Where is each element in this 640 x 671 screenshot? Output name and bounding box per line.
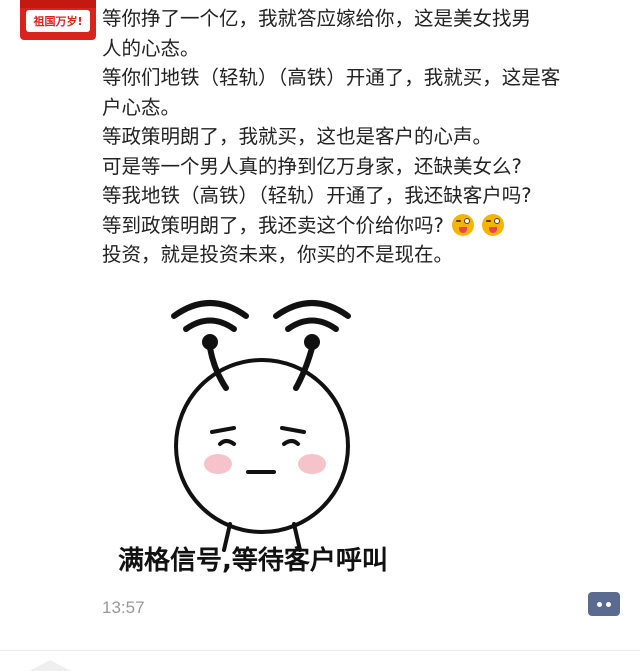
post-line: 可是等一个男人真的挣到亿万身家，还缺美女么? [102, 154, 522, 178]
meme-caption: 满格信号,等待客户呼叫 [118, 546, 388, 576]
post-line: 等你们地铁（轻轨）（高铁）开通了，我就买，这是客 [102, 66, 561, 89]
avatar[interactable]: 祖国万岁! [20, 0, 96, 40]
left-cheek-blush [204, 454, 232, 474]
avatar-badge: 祖国万岁! [26, 10, 90, 32]
divider [0, 650, 640, 651]
post-line: 等我地铁（高铁）（轻轨）开通了，我还缺客户吗? [102, 184, 532, 207]
right-cheek-blush [298, 454, 326, 474]
post-line: 等到政策明朗了，我还卖这个价给你吗? [102, 213, 444, 237]
post-line: 人的心态。 [102, 36, 200, 60]
avatar-text: 祖国万岁! [33, 15, 83, 28]
post-line: 投资，就是投资未来，你买的不是现在。 [102, 243, 454, 266]
post-text: 等你挣了一个亿，我就答应嫁给你，这是美女找男 人的心态。 等你们地铁（轻轨）（高… [102, 4, 632, 270]
flag-band [20, 0, 96, 8]
more-dots-icon[interactable] [588, 592, 620, 616]
post-line: 等你挣了一个亿，我就答应嫁给你，这是美女找男 [102, 7, 532, 30]
post-line-with-emoji: 等到政策明朗了，我还卖这个价给你吗? [102, 211, 632, 241]
tongue-wink-emoji-icon [481, 213, 504, 236]
timestamp: 13:57 [102, 598, 145, 617]
tongue-wink-emoji-icon [451, 213, 474, 236]
post-line: 等政策明朗了，我就买，这也是客户的心声。 [102, 125, 493, 148]
dot [606, 601, 611, 607]
post-line: 户心态。 [102, 95, 181, 119]
comment-pointer-shape [29, 660, 71, 671]
wifi-antenna-face-icon [171, 300, 351, 552]
dot [597, 601, 602, 607]
